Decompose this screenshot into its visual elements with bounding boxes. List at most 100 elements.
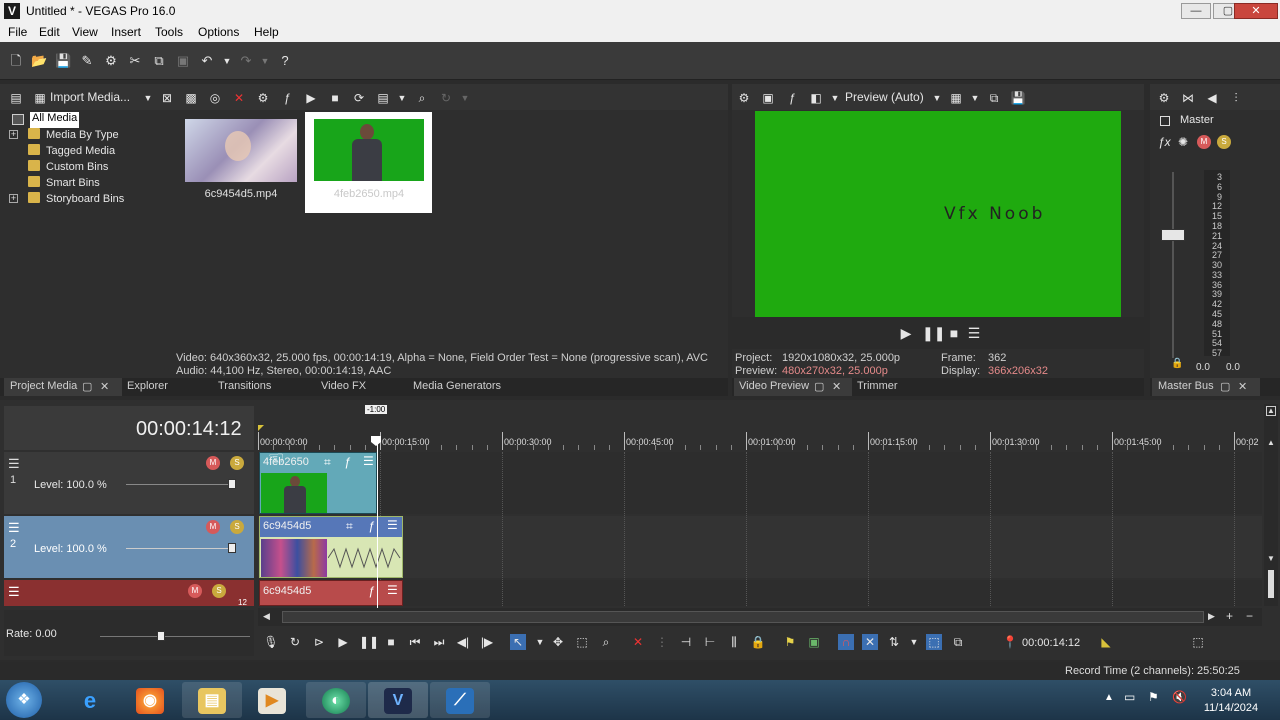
tree-item-storyboard-bins[interactable]: + Storyboard Bins bbox=[9, 192, 124, 208]
tab-video-preview[interactable]: Video Preview bbox=[739, 380, 809, 392]
remove-icon[interactable]: ✕ bbox=[231, 90, 247, 106]
video-clip-2[interactable]: 6c9454d5 ⌗ ƒ ☰ bbox=[259, 516, 403, 578]
menu-help[interactable]: Help bbox=[254, 25, 279, 39]
refresh-dropdown-icon[interactable]: ▼ bbox=[457, 90, 473, 106]
tree-item-all-media[interactable]: All Media bbox=[12, 112, 80, 128]
import-media-button[interactable]: Import Media... bbox=[50, 90, 130, 104]
clip-menu-icon[interactable]: ☰ bbox=[363, 454, 374, 468]
track-menu-icon[interactable]: ☰ bbox=[8, 456, 20, 472]
rate-slider-knob[interactable] bbox=[157, 631, 165, 641]
preview-fx-icon[interactable]: ƒ bbox=[784, 90, 800, 106]
master-fader-knob[interactable] bbox=[1161, 229, 1185, 241]
preview-menu-icon[interactable]: ☰ bbox=[966, 325, 982, 341]
external-monitor-icon[interactable]: ▣ bbox=[760, 90, 776, 106]
tree-item-tagged-media[interactable]: Tagged Media bbox=[28, 144, 115, 160]
lock-envelopes-icon[interactable]: ⬚ bbox=[926, 634, 942, 650]
volume-muted-icon[interactable]: 🔇 bbox=[1172, 690, 1187, 704]
track-menu-icon[interactable]: ☰ bbox=[8, 584, 20, 600]
get-media-icon[interactable]: ▩ bbox=[183, 90, 199, 106]
split-dropdown-icon[interactable]: ▼ bbox=[827, 90, 843, 106]
mute-icon[interactable]: M bbox=[206, 456, 220, 470]
expand-icon[interactable]: + bbox=[9, 130, 18, 139]
stop-icon[interactable]: ■ bbox=[383, 634, 399, 650]
tab-undock-icon[interactable]: ▢ bbox=[82, 380, 92, 393]
preview-video-frame[interactable] bbox=[755, 111, 1121, 317]
horizontal-scrollbar[interactable]: ◀ ▶ + − bbox=[258, 608, 1262, 626]
tree-item-media-by-type[interactable]: + Media By Type bbox=[9, 128, 119, 144]
expand-icon[interactable]: + bbox=[9, 194, 18, 203]
record-icon[interactable]: 🎙 bbox=[263, 634, 279, 650]
play-icon[interactable]: ▶ bbox=[898, 325, 914, 341]
tab-transitions[interactable]: Transitions bbox=[218, 380, 271, 392]
auto-preview-icon[interactable]: ⟳ bbox=[351, 90, 367, 106]
level-slider-knob[interactable] bbox=[228, 543, 236, 553]
play-preview-icon[interactable]: ▶ bbox=[303, 90, 319, 106]
selection-marker-icon[interactable]: ◣ bbox=[1098, 634, 1114, 650]
system-clock[interactable]: 3:04 AM 11/14/2024 bbox=[1196, 686, 1266, 716]
track-header-1[interactable]: ☰ 1 Level: 100.0 % M S bbox=[4, 452, 254, 514]
start-button[interactable]: ❖ bbox=[6, 682, 42, 718]
timeline-ruler[interactable]: 00:00:00:00 00:00:15:00 00:00:30:00 00:00:4… bbox=[258, 432, 1262, 450]
previous-frame-icon[interactable]: ◀| bbox=[455, 634, 471, 650]
save-icon[interactable]: 💾 bbox=[55, 53, 71, 69]
insert-region-icon[interactable]: ▣ bbox=[806, 634, 822, 650]
refresh-icon[interactable]: ↻ bbox=[438, 90, 454, 106]
overlays-dropdown-icon[interactable]: ▼ bbox=[967, 90, 983, 106]
tab-project-media[interactable]: Project Media bbox=[10, 380, 77, 392]
tab-video-fx[interactable]: Video FX bbox=[321, 380, 366, 392]
pause-icon[interactable]: ❚❚ bbox=[922, 325, 945, 341]
open-icon[interactable]: 📂 bbox=[31, 53, 47, 69]
loop-marker[interactable]: -1:00 bbox=[365, 405, 388, 414]
action-center-flag-icon[interactable]: ⚑ bbox=[1148, 690, 1159, 704]
ignore-grouping-icon[interactable]: ⧉ bbox=[950, 634, 966, 650]
stop-preview-icon[interactable]: ■ bbox=[327, 90, 343, 106]
vertical-zoom-thumb[interactable] bbox=[1268, 570, 1274, 598]
pause-icon[interactable]: ❚❚ bbox=[359, 634, 379, 650]
clip-menu-icon[interactable]: ☰ bbox=[387, 518, 398, 532]
clip-fx-icon[interactable]: ƒ bbox=[368, 584, 375, 598]
media-fx-icon[interactable]: ƒ bbox=[279, 90, 295, 106]
dim-output-icon[interactable]: ◀ bbox=[1204, 90, 1220, 106]
track-header-3[interactable]: ☰ M S 12 bbox=[4, 580, 254, 607]
media-menu-icon[interactable]: ▤ bbox=[8, 90, 24, 106]
menu-options[interactable]: Options bbox=[198, 25, 239, 39]
media-player-icon[interactable]: ▶ bbox=[258, 688, 286, 714]
solo-icon[interactable]: S bbox=[1217, 135, 1231, 149]
split-icon[interactable]: ⫼ bbox=[726, 634, 742, 650]
lock-icon[interactable]: 🔒 bbox=[750, 634, 766, 650]
stop-icon[interactable]: ■ bbox=[946, 325, 962, 341]
audio-clip-3[interactable]: 6c9454d5 ƒ ☰ bbox=[259, 580, 403, 606]
firefox-icon[interactable]: ◉ bbox=[136, 688, 164, 714]
tab-trimmer[interactable]: Trimmer bbox=[857, 380, 898, 392]
go-to-start-icon[interactable]: ⏮ bbox=[407, 634, 423, 650]
trim-start-icon[interactable]: ⊣ bbox=[678, 634, 694, 650]
tab-close-icon[interactable]: ✕ bbox=[1238, 380, 1247, 393]
master-checkbox[interactable] bbox=[1160, 116, 1170, 126]
snapping-icon[interactable]: ∩ bbox=[838, 634, 854, 650]
mute-icon[interactable]: M bbox=[206, 520, 220, 534]
clip-fx-icon[interactable]: ƒ bbox=[368, 519, 375, 533]
clip-menu-icon[interactable]: ☰ bbox=[387, 583, 398, 597]
redo-icon[interactable]: ↷ bbox=[238, 53, 254, 69]
vegas-pro-icon[interactable]: V bbox=[384, 688, 412, 714]
app-icon[interactable]: ◐ bbox=[322, 688, 350, 714]
menu-tools[interactable]: Tools bbox=[155, 25, 183, 39]
auto-crossfade-icon[interactable]: ✕ bbox=[862, 634, 878, 650]
internet-explorer-icon[interactable]: e bbox=[76, 688, 104, 714]
envelope-tool-icon[interactable]: ✥ bbox=[550, 634, 566, 650]
menu-edit[interactable]: Edit bbox=[39, 25, 60, 39]
mute-icon[interactable]: M bbox=[1197, 135, 1211, 149]
automation-icon[interactable]: ✺ bbox=[1178, 135, 1188, 149]
ripple-edit-icon[interactable]: ⇅ bbox=[886, 634, 902, 650]
loop-icon[interactable]: ↻ bbox=[287, 634, 303, 650]
undo-dropdown-icon[interactable]: ▼ bbox=[219, 53, 235, 69]
tab-explorer[interactable]: Explorer bbox=[127, 380, 168, 392]
vegas-pro-alt-icon[interactable]: ⟋ bbox=[446, 688, 474, 714]
track-menu-icon[interactable]: ☰ bbox=[8, 520, 20, 536]
go-to-end-icon[interactable]: ⏭ bbox=[431, 634, 447, 650]
scroll-up-icon[interactable]: ▲ bbox=[1267, 438, 1275, 447]
preview-settings-icon[interactable]: ⚙ bbox=[736, 90, 752, 106]
tab-close-icon[interactable]: ✕ bbox=[100, 380, 109, 393]
views-icon[interactable]: ▤ bbox=[375, 90, 391, 106]
play-icon[interactable]: ▶ bbox=[335, 634, 351, 650]
